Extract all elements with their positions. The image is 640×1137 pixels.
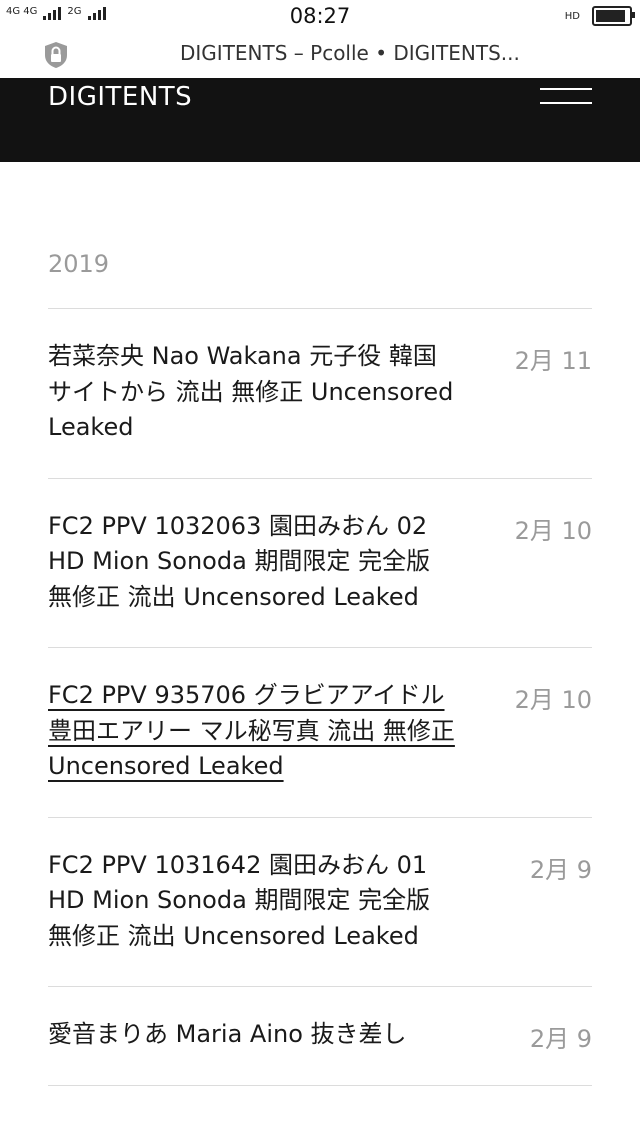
post-date: 2月 10 (514, 516, 592, 545)
list-item: FC2 PPV 1031642 園田みおん 01 HD Mion Sonoda … (48, 818, 592, 987)
site-header: DIGITENTS (0, 78, 640, 162)
list-item: FC2 PPV 935706 グラビアアイドル 豊田エアリー マル秘写真 流出 … (48, 648, 592, 818)
post-date: 2月 10 (514, 686, 592, 714)
list-item: 愛音まりあ Maria Aino 抜き差し 2月 9 (48, 987, 592, 1086)
post-link[interactable]: FC2 PPV 935706 グラビアアイドル 豊田エアリー マル秘写真 流出 … (48, 678, 458, 785)
post-link[interactable]: FC2 PPV 1031642 園田みおん 01 HD Mion Sonoda … (48, 848, 458, 955)
hd-call-icon: HD (564, 10, 580, 22)
status-bar: 4G 4G 2G 08:27 HD (0, 0, 640, 34)
post-link[interactable]: 愛音まりあ Maria Aino 抜き差し (48, 1017, 458, 1053)
archive-list: 2019 若菜奈央 Nao Wakana 元子役 韓国サイトから 流出 無修正 … (48, 162, 592, 1086)
site-logo[interactable]: DIGITENTS (48, 82, 192, 112)
clock: 08:27 (289, 4, 351, 28)
year-heading: 2019 (48, 250, 592, 309)
browser-title-bar[interactable]: DIGITENTS – Pcolle • DIGITENTS... (0, 34, 640, 78)
post-date: 2月 9 (529, 1025, 592, 1053)
list-item: FC2 PPV 1032063 園田みおん 02 HD Mion Sonoda … (48, 479, 592, 648)
lock-icon (45, 42, 67, 68)
post-date: 2月 9 (529, 855, 592, 884)
battery-icon (592, 6, 635, 26)
tab-title: DIGITENTS – Pcolle • DIGITENTS... (180, 41, 520, 65)
hamburger-menu-icon[interactable] (540, 88, 592, 108)
post-link[interactable]: 若菜奈央 Nao Wakana 元子役 韓国サイトから 流出 無修正 Uncen… (48, 339, 458, 446)
list-item: 若菜奈央 Nao Wakana 元子役 韓国サイトから 流出 無修正 Uncen… (48, 309, 592, 479)
post-date: 2月 11 (514, 347, 592, 375)
post-link[interactable]: FC2 PPV 1032063 園田みおん 02 HD Mion Sonoda … (48, 509, 458, 616)
